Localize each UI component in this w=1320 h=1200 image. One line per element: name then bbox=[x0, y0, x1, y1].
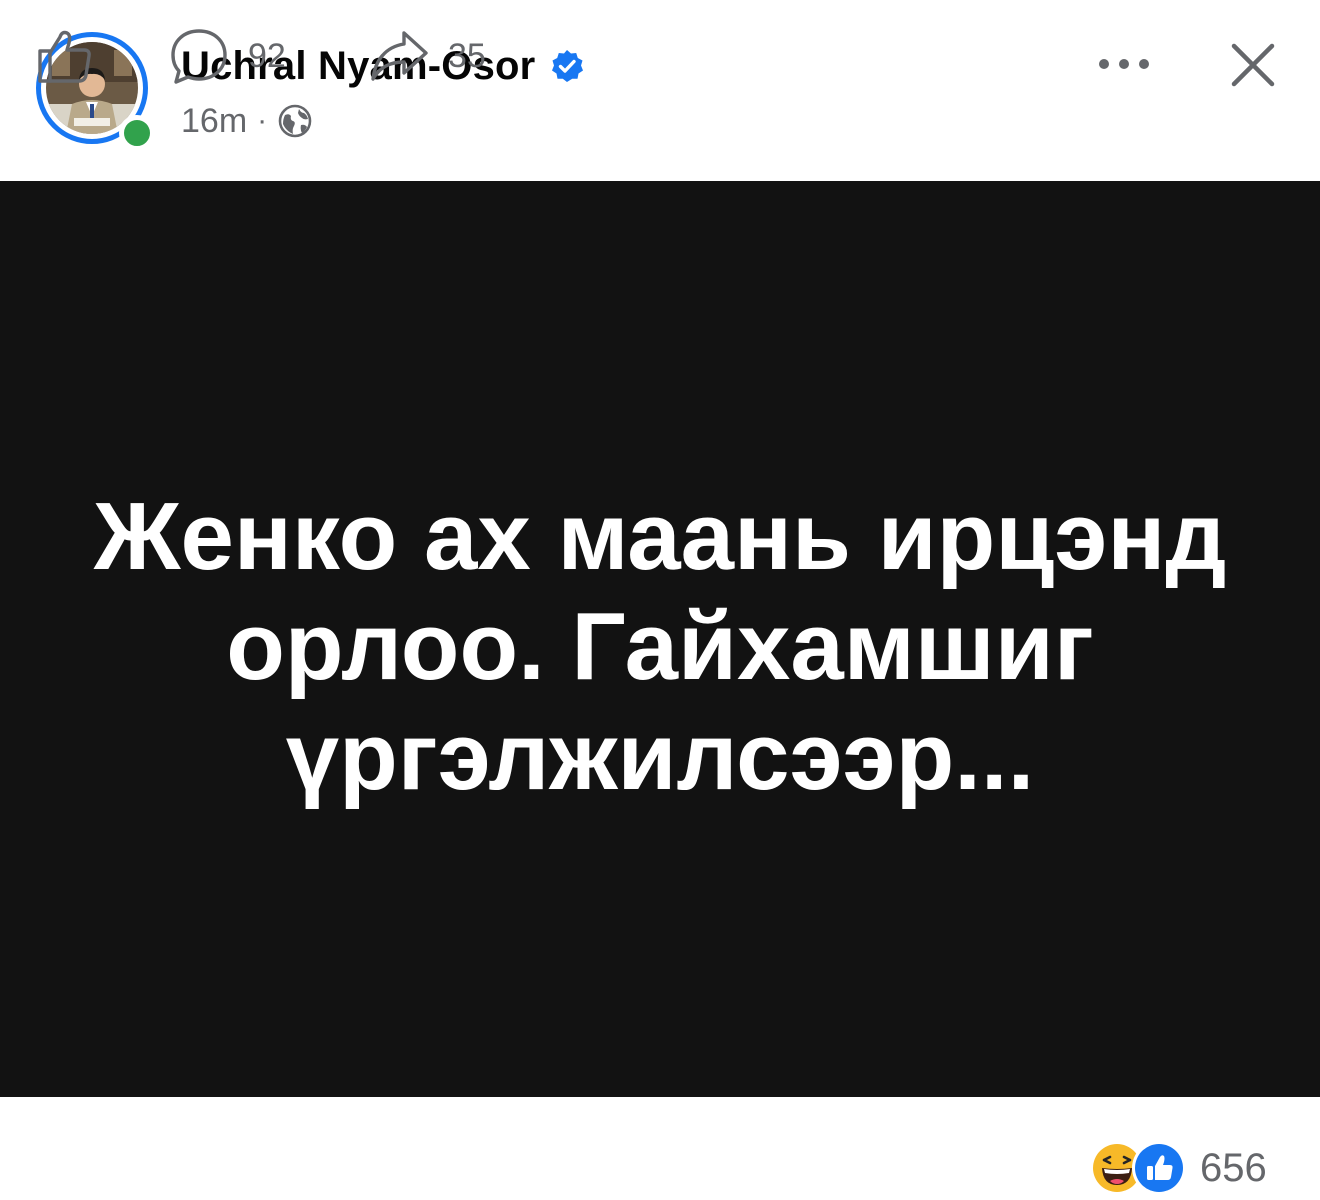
comment-button[interactable]: 92 bbox=[168, 26, 286, 86]
close-icon bbox=[1231, 43, 1275, 87]
like-button[interactable] bbox=[34, 26, 96, 86]
more-options-button[interactable] bbox=[1092, 44, 1156, 84]
post-meta: 16m · bbox=[181, 98, 313, 144]
thumbs-up-icon bbox=[38, 30, 91, 83]
post-text-background[interactable]: Женко ах маань ирцэнд орлоо. Гайхамшиг ү… bbox=[0, 181, 1320, 1097]
comment-icon bbox=[171, 29, 227, 84]
reactions-summary[interactable]: 656 bbox=[1092, 1138, 1267, 1198]
post-timestamp[interactable]: 16m bbox=[181, 102, 247, 141]
like-reaction-icon bbox=[1135, 1144, 1183, 1192]
verified-badge-icon bbox=[552, 50, 584, 82]
comment-count: 92 bbox=[248, 36, 286, 75]
share-button[interactable]: 35 bbox=[368, 26, 486, 86]
ellipsis-icon bbox=[1099, 59, 1149, 69]
close-button[interactable] bbox=[1222, 36, 1282, 96]
reaction-icons bbox=[1092, 1141, 1192, 1195]
meta-separator: · bbox=[257, 104, 268, 137]
reaction-count: 656 bbox=[1200, 1145, 1267, 1190]
globe-icon bbox=[278, 104, 312, 138]
like-reaction-badge bbox=[1132, 1141, 1186, 1195]
share-icon bbox=[371, 31, 428, 81]
online-status-dot bbox=[119, 115, 155, 151]
share-count: 35 bbox=[448, 36, 486, 75]
post-body-text: Женко ах маань ирцэнд орлоо. Гайхамшиг ү… bbox=[93, 483, 1227, 810]
